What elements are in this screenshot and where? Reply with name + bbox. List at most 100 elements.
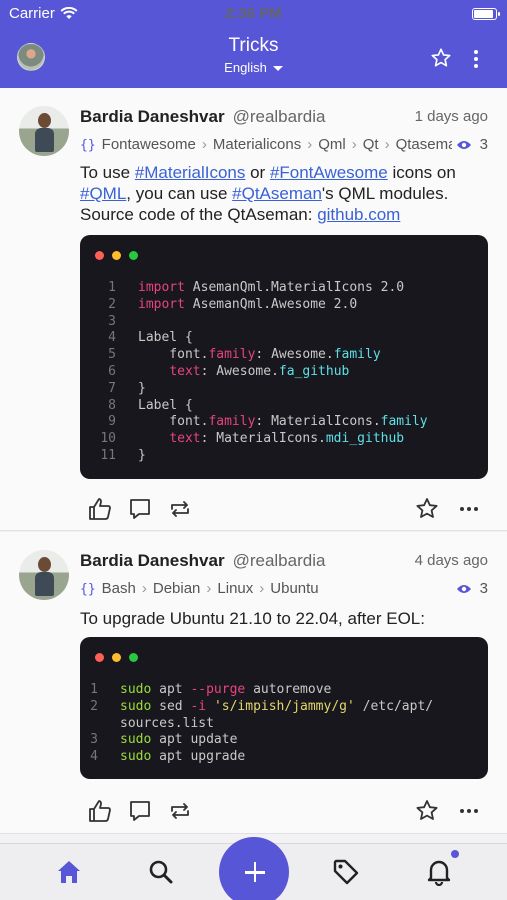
chevron-down-icon [272,66,283,72]
star-outline-icon[interactable] [430,47,452,69]
like-icon[interactable] [87,496,113,522]
app-header: Carrier 2:36 PM Tricks English [0,0,507,88]
code-line: 4 sudo apt upgrade [62,748,245,765]
text-span: , you can use [126,184,233,203]
tag[interactable]: Fontawesome [102,136,196,153]
text-span: To use [80,163,135,182]
post-time: 4 days ago [414,552,488,569]
hashtag-link[interactable]: #QtAseman [232,184,322,203]
line-number: 1 [90,682,98,697]
code-line: 11} [80,447,145,464]
post-card[interactable]: Bardia Daneshvar @realbardia 4 days ago {… [0,532,507,834]
line-number: 5 [108,347,116,363]
tag[interactable]: Ubuntu [270,580,318,597]
battery-icon [472,8,500,20]
code-line: 3 [80,313,138,330]
text-span: icons on [387,163,456,182]
line-number: 3 [90,732,98,748]
hashtag-link[interactable]: #QML [80,184,126,203]
comment-icon[interactable] [127,798,153,824]
url-link[interactable]: github.com [317,205,400,224]
tag[interactable]: Qt [363,136,379,153]
author-handle: @realbardia [232,551,326,570]
comment-icon[interactable] [127,496,153,522]
code-line: 2 sudo sed -i 's/impish/jammy/g' /etc/apt… [62,698,433,715]
code-line: 8 Label { [80,397,193,414]
tag[interactable]: Debian [153,580,201,597]
code-block[interactable]: 1 sudo apt --purge autoremove 2 sudo sed -i… [80,637,488,779]
more-horizontal-icon[interactable] [456,798,482,824]
more-horizontal-icon[interactable] [456,496,482,522]
braces-icon: {} [80,582,96,597]
chevron-right-icon: › [259,580,265,597]
like-icon[interactable] [87,798,113,824]
chevron-right-icon: › [351,136,357,153]
code-line: 4 Label { [80,329,193,346]
retweet-icon[interactable] [167,496,193,522]
line-number: 11 [100,448,116,463]
more-vertical-icon[interactable] [468,48,484,70]
braces-icon: {} [80,138,96,153]
view-count: 3 [456,580,488,597]
code-line: 10 text: MaterialIcons.mdi_github [80,430,404,447]
post-author[interactable]: Bardia Daneshvar @realbardia [80,107,325,127]
status-time: 2:36 PM [225,5,282,22]
post-actions [0,798,507,828]
chevron-right-icon: › [307,136,313,153]
tag[interactable]: Bash [102,580,136,597]
view-count-value: 3 [479,136,488,153]
code-line: 6 text: Awesome.fa_github [80,363,349,380]
bookmark-star-icon[interactable] [414,496,440,522]
tag[interactable]: Linux [217,580,253,597]
code-line: 9 font.family: MaterialIcons.family [80,413,427,430]
chevron-right-icon: › [206,580,212,597]
tag-breadcrumb: {} Bash › Debian › Linux › Ubuntu [80,580,452,597]
notification-badge [451,850,459,858]
avatar[interactable] [19,550,69,600]
code-line: 3 sudo apt update [62,731,237,748]
tag[interactable]: Materialicons [213,136,301,153]
window-dots [95,653,138,662]
line-number: 1 [108,280,116,295]
window-dots [95,251,138,260]
eye-icon [456,140,471,149]
home-icon[interactable] [55,858,83,886]
code-line: 5 font.family: Awesome.family [80,346,381,363]
retweet-icon[interactable] [167,798,193,824]
bookmark-star-icon[interactable] [414,798,440,824]
code-line: 7} [80,380,146,397]
tag[interactable]: Qtaseman [396,136,452,153]
post-author[interactable]: Bardia Daneshvar @realbardia [80,551,325,571]
search-icon[interactable] [147,858,175,886]
chevron-right-icon: › [384,136,390,153]
tag[interactable]: Qml [318,136,346,153]
author-handle: @realbardia [232,107,326,126]
line-number: 8 [108,397,116,413]
code-line: 2 import AsemanQml.Awesome 2.0 [80,296,357,313]
line-number: 7 [108,380,116,396]
line-number: 6 [108,364,116,379]
hashtag-link[interactable]: #MaterialIcons [135,163,246,182]
tag-breadcrumb: {} Fontawesome › Materialicons › Qml › Qt › Qtase… [80,136,452,153]
view-count: 3 [456,136,488,153]
author-name: Bardia Daneshvar [80,107,225,126]
line-number: 2 [90,698,98,714]
post-card[interactable]: Bardia Daneshvar @realbardia 1 days ago {… [0,88,507,531]
eye-icon [456,584,471,593]
code-block[interactable]: 1 import AsemanQml.MaterialIcons 2.0 2 impo… [80,235,488,479]
post-time: 1 days ago [414,108,488,125]
avatar[interactable] [19,106,69,156]
line-number: 10 [100,431,116,447]
line-number: 4 [90,749,98,765]
author-name: Bardia Daneshvar [80,551,225,570]
hashtag-link[interactable]: #FontAwesome [270,163,388,182]
post-text: To upgrade Ubuntu 21.10 to 22.04, after … [80,609,425,628]
code-line: sources.list [120,715,214,731]
line-number: 2 [108,296,116,312]
post-actions [0,496,507,526]
view-count-value: 3 [479,580,488,597]
bell-icon[interactable] [425,858,453,886]
tag-icon[interactable] [332,858,360,886]
text-span: or [245,163,270,182]
add-post-button[interactable] [219,837,289,900]
